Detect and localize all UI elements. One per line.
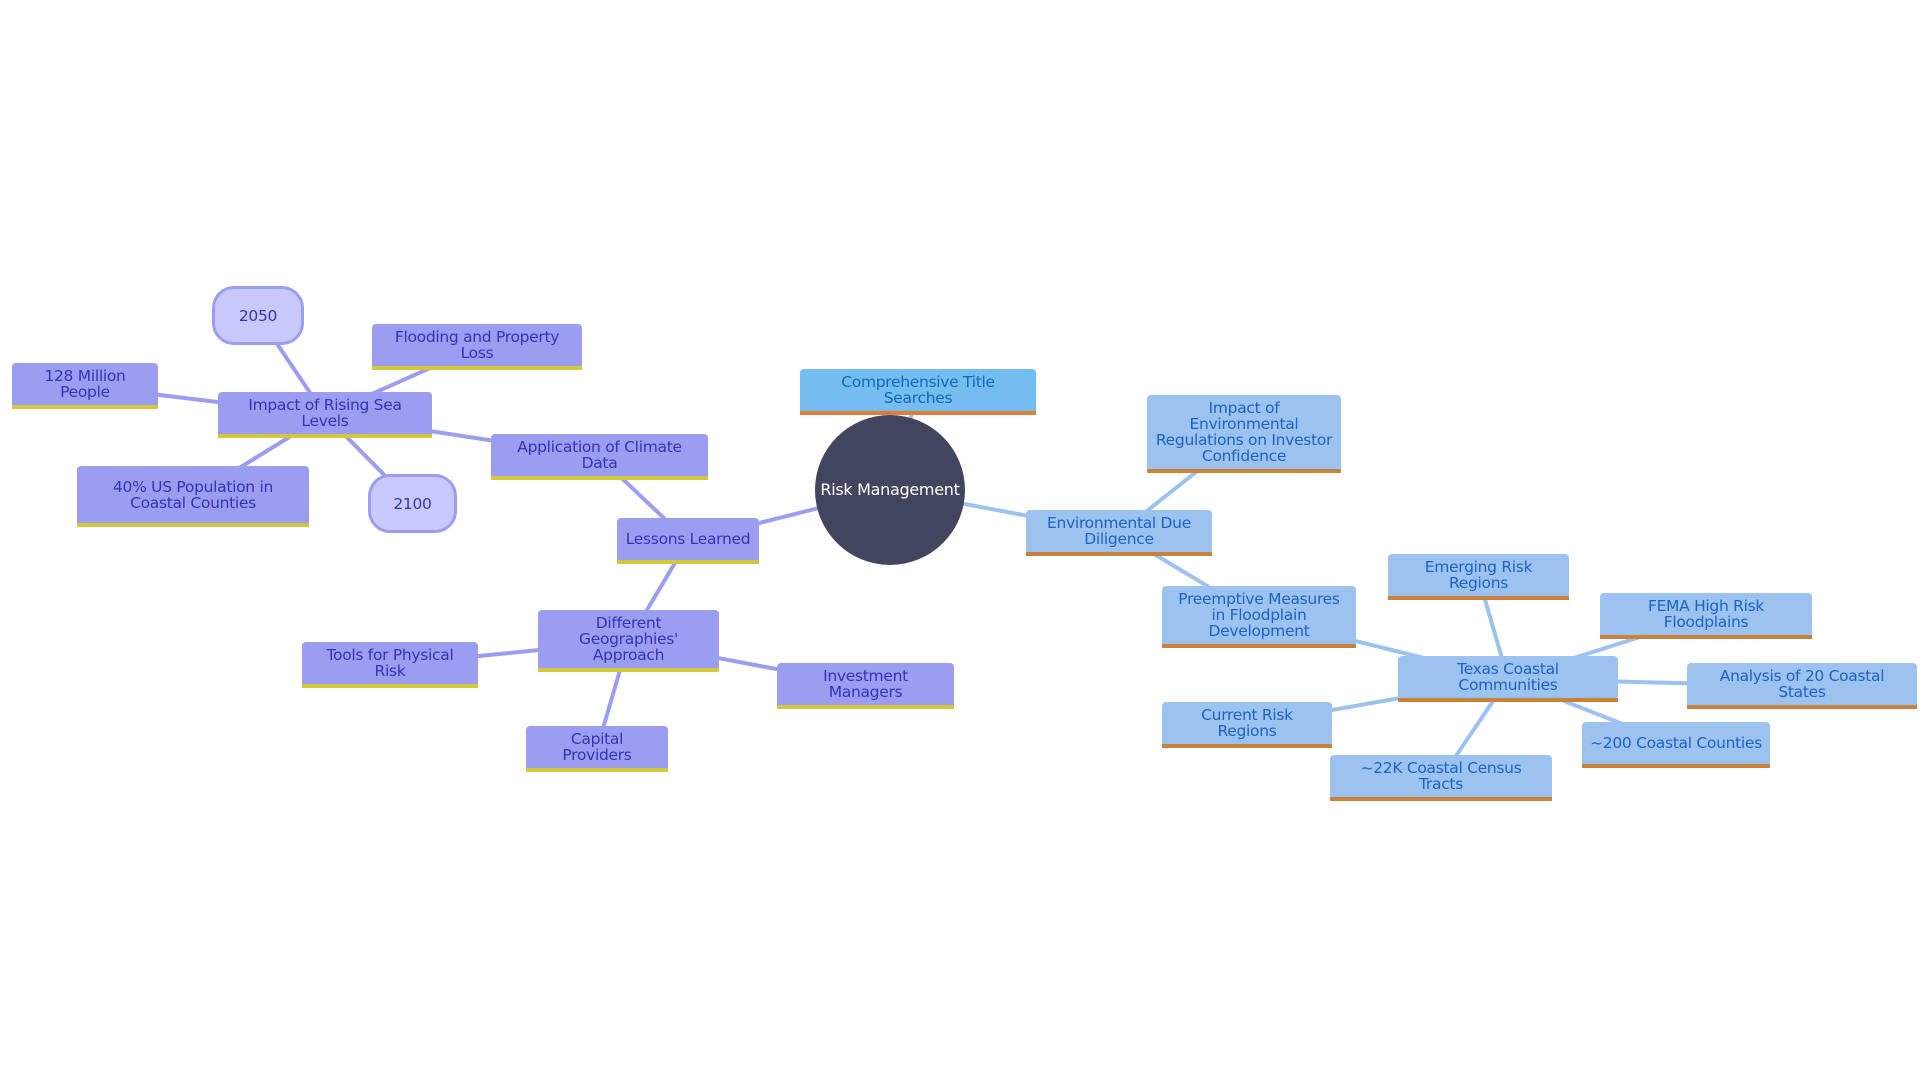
node-label: 128 Million People	[44, 367, 126, 401]
node-label: 40% US Population in Coastal Counties	[113, 477, 273, 512]
node-label: ~22K Coastal Census Tracts	[1360, 759, 1522, 793]
node-label: ~200 Coastal Counties	[1590, 734, 1762, 752]
node-label: Comprehensive Title Searches	[841, 373, 995, 407]
node-label: Lessons Learned	[625, 530, 751, 548]
node-current-risk-regions[interactable]: Current Risk Regions	[1162, 702, 1332, 748]
node-label: Emerging Risk Regions	[1424, 558, 1533, 592]
node-label: Impact of Rising Sea Levels	[248, 396, 402, 430]
node-label: Flooding and Property Loss	[394, 328, 560, 362]
node-label: Different Geographies' Approach	[579, 614, 678, 664]
node-year-2050[interactable]: 2050	[212, 286, 304, 345]
node-label: Texas Coastal Communities	[1457, 660, 1559, 694]
node-label: 2100	[393, 494, 432, 513]
node-lessons-learned[interactable]: Lessons Learned	[617, 518, 759, 564]
node-environmental-due-diligence[interactable]: Environmental Due Diligence	[1026, 510, 1212, 556]
node-200-coastal-counties[interactable]: ~200 Coastal Counties	[1582, 722, 1770, 768]
node-label: Current Risk Regions	[1201, 706, 1293, 740]
node-label: Impact of Environmental Regulations on I…	[1155, 399, 1333, 465]
node-year-2100[interactable]: 2100	[368, 474, 457, 533]
edge-layer	[83, 313, 1804, 780]
node-preemptive-measures-floodplain[interactable]: Preemptive Measures in Floodplain Develo…	[1162, 586, 1356, 648]
node-capital-providers[interactable]: Capital Providers	[526, 726, 668, 772]
node-label: 2050	[238, 306, 278, 325]
node-application-of-climate-data[interactable]: Application of Climate Data	[491, 434, 708, 480]
node-22k-coastal-census-tracts[interactable]: ~22K Coastal Census Tracts	[1330, 755, 1552, 801]
node-label: FEMA High Risk Floodplains	[1647, 597, 1765, 631]
node-tools-for-physical-risk[interactable]: Tools for Physical Risk	[302, 642, 478, 688]
node-label: Environmental Due Diligence	[1047, 514, 1191, 548]
node-label: Capital Providers	[562, 730, 632, 764]
node-flooding-and-property-loss[interactable]: Flooding and Property Loss	[372, 324, 582, 370]
node-label: Tools for Physical Risk	[326, 646, 454, 680]
node-texas-coastal-communities[interactable]: Texas Coastal Communities	[1398, 656, 1618, 702]
node-comprehensive-title-searches[interactable]: Comprehensive Title Searches	[800, 369, 1036, 415]
node-impact-of-environmental-regulations[interactable]: Impact of Environmental Regulations on I…	[1147, 395, 1341, 473]
root-node-risk-management[interactable]: Risk Management	[815, 415, 965, 565]
node-different-geographies-approach[interactable]: Different Geographies' Approach	[538, 610, 719, 672]
node-impact-of-rising-sea-levels[interactable]: Impact of Rising Sea Levels	[218, 392, 432, 438]
node-label: Analysis of 20 Coastal States	[1719, 667, 1885, 701]
node-40-percent-us-population-coastal[interactable]: 40% US Population in Coastal Counties	[77, 466, 309, 527]
node-label: Application of Climate Data	[517, 438, 682, 472]
node-analysis-of-20-coastal-states[interactable]: Analysis of 20 Coastal States	[1687, 663, 1917, 709]
node-label: Preemptive Measures in Floodplain Develo…	[1178, 590, 1340, 640]
node-128-million-people[interactable]: 128 Million People	[12, 363, 158, 409]
node-emerging-risk-regions[interactable]: Emerging Risk Regions	[1388, 554, 1569, 600]
node-investment-managers[interactable]: Investment Managers	[777, 663, 954, 709]
node-label: Investment Managers	[823, 667, 908, 701]
node-fema-high-risk-floodplains[interactable]: FEMA High Risk Floodplains	[1600, 593, 1812, 639]
node-label: Risk Management	[820, 480, 960, 499]
